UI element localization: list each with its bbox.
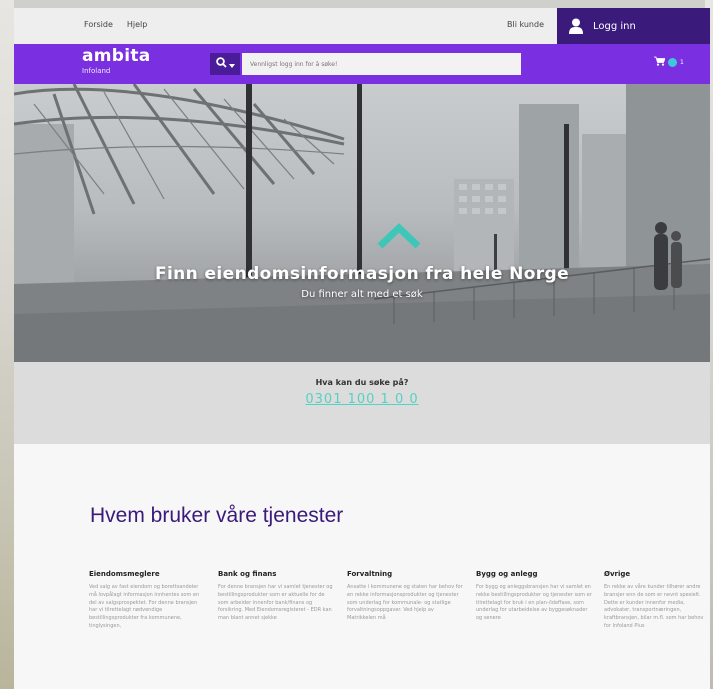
become-customer-link[interactable]: Bli kunde: [507, 20, 544, 29]
user-group-management: Forvaltning Ansatte i kommunene og state…: [347, 570, 463, 623]
hero-background-image: [14, 84, 710, 362]
user-icon: [569, 18, 583, 34]
search-example-link[interactable]: 0301 100 1 0 0: [14, 392, 710, 407]
user-group-other: Øvrige En rekke av våre kunder tilhører …: [604, 570, 710, 631]
brand-logo[interactable]: ambita Infoland: [82, 46, 151, 76]
page-backdrop-left: [0, 0, 14, 689]
section-heading: Hvem bruker våre tjenester: [90, 504, 344, 527]
user-group-title: Bank og finans: [218, 570, 277, 578]
hero-subtitle: Du finner alt med et søk: [301, 289, 423, 300]
cart-button[interactable]: 1: [654, 56, 684, 68]
user-group-title: Eiendomsmeglere: [89, 570, 160, 578]
help-link[interactable]: Hjelp: [127, 20, 147, 29]
search-icon: [215, 57, 227, 71]
search-type-button[interactable]: [210, 53, 240, 75]
search-hint-question: Hva kan du søke på?: [315, 378, 409, 387]
user-group-title: Bygg og anlegg: [476, 570, 538, 578]
home-link[interactable]: Forside: [84, 20, 113, 29]
utility-bar: Forside Hjelp Bli kunde Logg inn: [14, 8, 710, 44]
search-hint-section: Hva kan du søke på? 0301 100 1 0 0: [14, 362, 710, 444]
cart-suffix: 1: [680, 58, 684, 66]
user-group-title: Øvrige: [604, 570, 631, 578]
brand-subtitle: Infoland: [82, 67, 111, 75]
hero-banner: Finn eiendomsinformasjon fra hele Norge …: [14, 84, 710, 362]
landing-page: Forside Hjelp Bli kunde Logg inn ambita …: [14, 8, 710, 689]
main-header: ambita Infoland Vennligst logg inn for å…: [14, 44, 710, 84]
brand-name: ambita: [82, 46, 151, 66]
search-input[interactable]: [242, 53, 521, 75]
user-group-text: Ved salg av fast eiendom og borettsandel…: [89, 584, 200, 629]
chevron-down-icon: [228, 57, 235, 71]
user-group-title: Forvaltning: [347, 570, 393, 578]
user-group-realtors: Eiendomsmeglere Ved salg av fast eiendom…: [89, 570, 205, 631]
login-label: Logg inn: [593, 20, 636, 32]
user-group-construction: Bygg og anlegg For bygg og anleggsbransj…: [476, 570, 592, 623]
cart-count-badge: [668, 57, 677, 67]
user-group-text: For denne bransjen har vi samlet tjenest…: [218, 584, 333, 622]
user-group-banking: Bank og finans For denne bransjen har vi…: [218, 570, 334, 623]
login-button[interactable]: Logg inn: [557, 8, 710, 44]
user-group-text: En rekke av våre kunder tilhører andre b…: [604, 584, 704, 629]
user-groups-section: Hvem bruker våre tjenester Eiendomsmegle…: [14, 444, 710, 689]
cart-icon: [654, 56, 666, 68]
chevron-up-icon[interactable]: [376, 222, 422, 254]
user-group-text: For bygg og anleggsbransjen har vi samle…: [476, 584, 592, 622]
utility-links: Forside Hjelp: [84, 20, 147, 29]
user-group-text: Ansatte i kommunene og staten har behov …: [347, 584, 463, 622]
hero-title: Finn eiendomsinformasjon fra hele Norge: [154, 264, 570, 284]
